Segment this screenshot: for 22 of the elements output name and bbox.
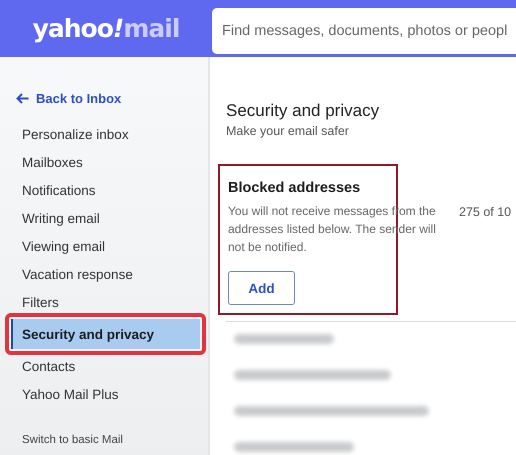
blocked-count: 275 of 10 — [459, 205, 512, 221]
settings-nav-item[interactable]: Vacation response — [0, 260, 133, 288]
page-subtitle: Make your email safer — [226, 124, 349, 138]
switch-to-basic-link[interactable]: Switch to basic Mail — [22, 434, 123, 446]
section-title: Blocked addresses — [228, 180, 360, 196]
logo-wordmark: yahoo — [32, 14, 113, 43]
back-to-inbox-link[interactable]: Back to Inbox — [16, 89, 122, 107]
settings-nav-item[interactable]: Mailboxes — [0, 148, 83, 176]
settings-nav-item[interactable]: Personalize inbox — [0, 120, 129, 148]
settings-nav-item[interactable]: Writing email — [0, 204, 100, 232]
settings-nav-item[interactable]: Contacts — [0, 352, 76, 380]
back-arrow-icon — [16, 92, 29, 104]
settings-nav-item[interactable]: Yahoo Mail Plus — [0, 380, 119, 408]
page-title: Security and privacy — [226, 101, 380, 121]
add-button[interactable]: Add — [228, 271, 295, 305]
settings-nav-item[interactable]: Security and privacy — [11, 319, 200, 349]
settings-nav-item[interactable]: Notifications — [0, 176, 96, 204]
logo-product: mail — [123, 14, 180, 43]
search-field[interactable]: Find messages, documents, photos or peopl — [212, 8, 516, 54]
settings-nav-item[interactable]: Viewing email — [0, 232, 106, 260]
settings-nav-item[interactable]: Filters — [0, 288, 59, 316]
logo-mark: ! — [112, 14, 124, 43]
